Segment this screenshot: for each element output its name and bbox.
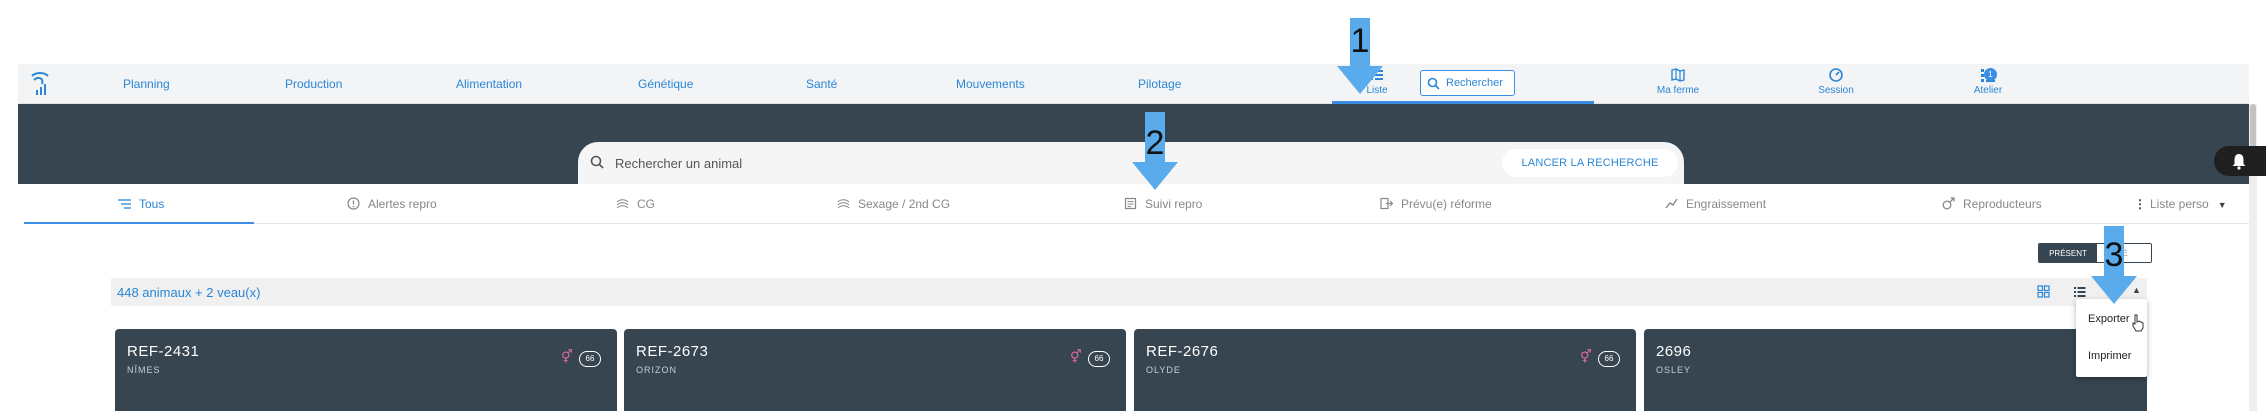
- toggle-present[interactable]: PRÉSENT: [2039, 244, 2097, 262]
- exit-icon: [1380, 197, 1393, 210]
- launch-search-button[interactable]: LANCER LA RECHERCHE: [1502, 149, 1678, 177]
- nav-search-button[interactable]: Rechercher: [1420, 70, 1515, 96]
- nav-session-label: Session: [1818, 85, 1854, 96]
- filter-list-icon: [118, 199, 131, 209]
- alert-icon: [347, 197, 360, 210]
- animal-count-badge: 66: [1598, 351, 1620, 367]
- female-cross-icon: ⚥: [1580, 349, 1592, 364]
- nav-sante[interactable]: Santé: [806, 77, 837, 91]
- tab-tous[interactable]: Tous: [118, 197, 164, 211]
- menu-item-exporter[interactable]: Exporter: [2088, 313, 2130, 325]
- animal-count-badge: 66: [1088, 351, 1110, 367]
- animal-name: REF-2673: [636, 343, 709, 360]
- nav-session[interactable]: Session: [1791, 67, 1881, 96]
- tab-liste-perso-label: Liste perso: [2150, 197, 2209, 211]
- grid-view-icon[interactable]: [2037, 285, 2050, 298]
- notes-icon: [1124, 197, 1137, 210]
- wave-icon: [837, 199, 850, 209]
- nav-mouvements[interactable]: Mouvements: [956, 77, 1025, 91]
- annotation-arrow-1: 1: [1336, 18, 1384, 96]
- tab-reproducteurs[interactable]: Reproducteurs: [1942, 197, 2042, 211]
- animal-card[interactable]: REF-2673 ORIZON ⚥ 66: [624, 329, 1126, 411]
- nav-ma-ferme-label: Ma ferme: [1656, 85, 1700, 96]
- tab-reproducteurs-label: Reproducteurs: [1963, 197, 2042, 211]
- tab-liste-perso[interactable]: ⋮ Liste perso ▼: [2134, 197, 2227, 211]
- tab-cg-label: CG: [637, 197, 655, 211]
- tab-cg[interactable]: CG: [616, 197, 655, 211]
- annotation-arrow-3: 3: [2090, 226, 2138, 306]
- tab-alertes-repro-label: Alertes repro: [368, 197, 437, 211]
- tab-prevu-reforme[interactable]: Prévu(e) réforme: [1380, 197, 1492, 211]
- list-view-icon[interactable]: [2073, 285, 2086, 298]
- male-icon: [1942, 197, 1955, 210]
- nav-pilotage[interactable]: Pilotage: [1138, 77, 1181, 91]
- nav-ma-ferme[interactable]: Ma ferme: [1633, 67, 1723, 96]
- map-icon: [1671, 68, 1685, 82]
- tab-tous-label: Tous: [139, 197, 165, 211]
- annotation-label-1: 1: [1350, 22, 1370, 60]
- gauge-icon: [1829, 68, 1843, 82]
- atelier-badge: 1: [1984, 68, 1997, 81]
- animal-name: REF-2431: [127, 343, 200, 360]
- animal-name: 2696: [1656, 343, 1692, 360]
- nav-genetique[interactable]: Génétique: [638, 77, 693, 91]
- more-vert-icon: ⋮: [2134, 197, 2146, 211]
- animal-search-input[interactable]: Rechercher un animal: [615, 156, 742, 171]
- animal-sire: ORIZON: [636, 365, 677, 375]
- animal-sire: OSLEY: [1656, 365, 1692, 375]
- menu-item-imprimer[interactable]: Imprimer: [2088, 350, 2131, 362]
- annotation-arrow-2: 2: [1131, 112, 1179, 192]
- female-cross-icon: ⚥: [561, 349, 573, 364]
- export-menu: Exporter Imprimer: [2076, 299, 2147, 377]
- animal-card[interactable]: 2696 OSLEY 66: [1644, 329, 2147, 411]
- caret-down-icon: ▼: [2217, 200, 2227, 210]
- tab-engraissement[interactable]: Engraissement: [1665, 197, 1766, 211]
- tab-alertes-repro[interactable]: Alertes repro: [347, 197, 437, 211]
- animal-count: 448 animaux + 2 veau(x): [117, 285, 261, 300]
- nav-alimentation[interactable]: Alimentation: [456, 77, 522, 91]
- tab-engraissement-label: Engraissement: [1686, 197, 1767, 211]
- hand-cursor-icon: [2132, 314, 2144, 332]
- nav-atelier-label: Atelier: [1973, 85, 2003, 96]
- nav-search-label: Rechercher: [1446, 77, 1503, 89]
- tab-suivi-repro[interactable]: Suivi repro: [1124, 197, 1202, 211]
- notification-button[interactable]: [2214, 146, 2266, 176]
- search-icon: [1427, 77, 1440, 90]
- bell-icon: [2232, 154, 2246, 170]
- tab-prevu-reforme-label: Prévu(e) réforme: [1401, 197, 1492, 211]
- animal-count-badge: 66: [579, 351, 601, 367]
- nav-planning[interactable]: Planning: [123, 77, 170, 91]
- animal-name: REF-2676: [1146, 343, 1219, 360]
- results-count-bar: 448 animaux + 2 veau(x) ▲: [111, 278, 2147, 306]
- annotation-label-2: 2: [1145, 124, 1165, 162]
- wave-icon: [616, 199, 629, 209]
- animal-sire: NÎMES: [127, 365, 161, 375]
- female-cross-icon: ⚥: [1070, 349, 1082, 364]
- tab-sexage-label: Sexage / 2nd CG: [858, 197, 951, 211]
- tab-sexage[interactable]: Sexage / 2nd CG: [837, 197, 950, 211]
- animal-card[interactable]: REF-2431 NÎMES ⚥ 66: [115, 329, 617, 411]
- trend-icon: [1665, 198, 1678, 209]
- active-tab-underline: [24, 222, 254, 224]
- animal-card[interactable]: REF-2676 OLYDE ⚥ 66: [1134, 329, 1636, 411]
- nav-production[interactable]: Production: [285, 77, 342, 91]
- tab-suivi-repro-label: Suivi repro: [1145, 197, 1203, 211]
- search-icon: [590, 155, 604, 169]
- top-navigation: Planning Production Alimentation Génétiq…: [18, 64, 2249, 104]
- annotation-label-3: 3: [2104, 236, 2124, 274]
- animal-sire: OLYDE: [1146, 365, 1181, 375]
- app-logo-icon[interactable]: [28, 70, 54, 98]
